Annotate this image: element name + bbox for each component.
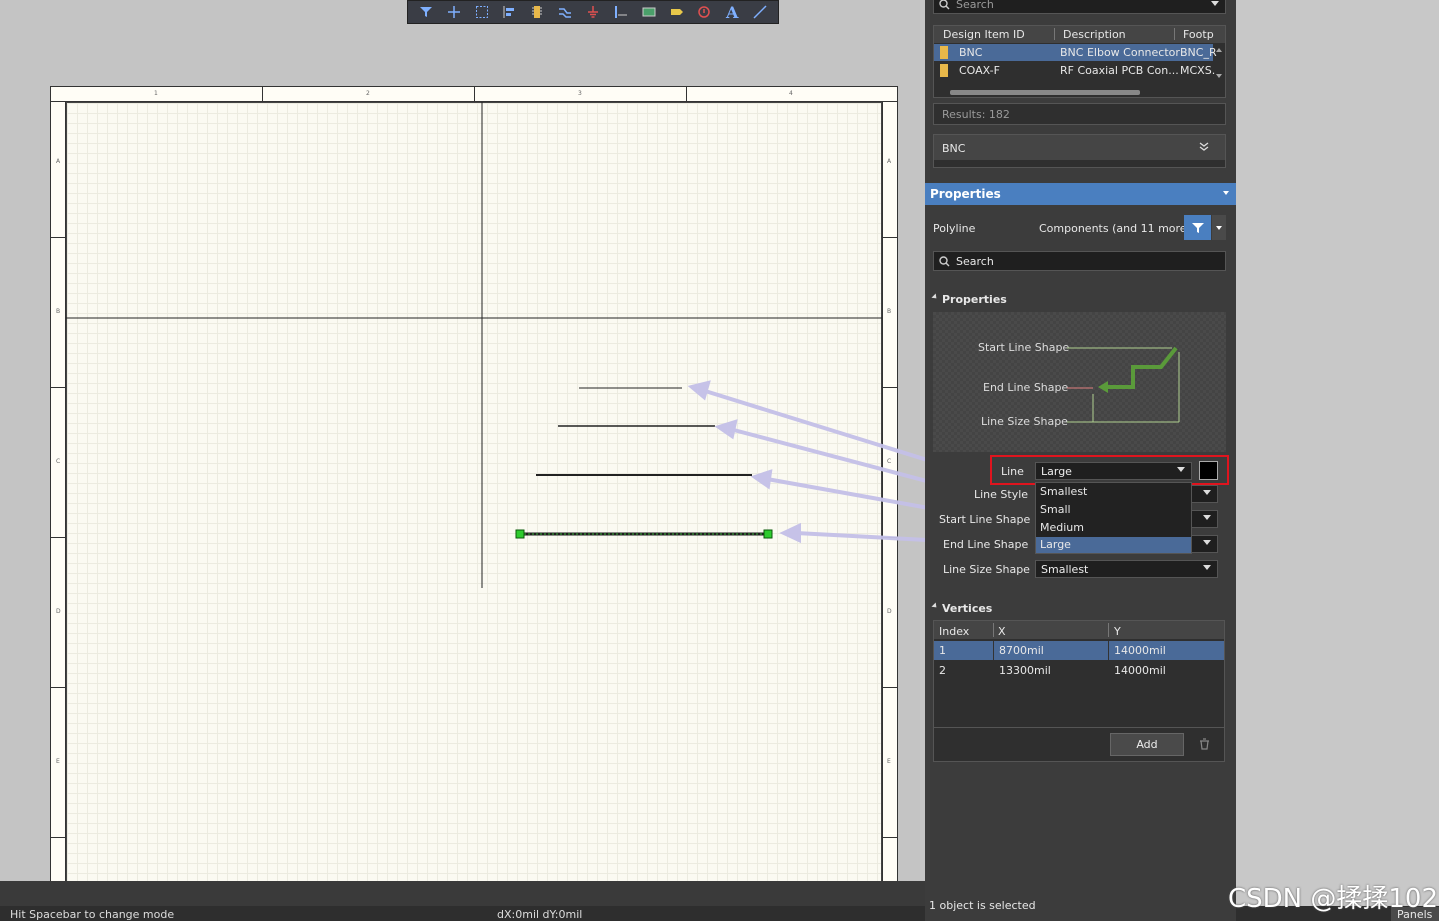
library-search-input[interactable]: Search: [933, 0, 1226, 14]
line-size-shape-label: Line Size Shape: [943, 563, 1030, 576]
results-count: Results: 182: [942, 108, 1010, 121]
line-style-label: Line Style: [974, 488, 1029, 501]
chevron-down-icon[interactable]: [1211, 1, 1219, 6]
component-icon[interactable]: [528, 3, 546, 21]
power-icon[interactable]: [584, 3, 602, 21]
row-footprint: BNC_R: [1180, 46, 1217, 59]
add-vertex-button[interactable]: Add: [1110, 733, 1184, 756]
component-icon: [940, 46, 948, 59]
vertex-row-selected[interactable]: [934, 641, 1224, 660]
preview-diagram: [1067, 346, 1180, 423]
row-id: COAX-F: [959, 64, 1000, 77]
dropdown-option-label: Medium: [1040, 521, 1084, 534]
selection-status: 1 object is selected: [929, 899, 1036, 912]
component-icon: [940, 64, 948, 77]
vertex-y[interactable]: 14000mil: [1114, 644, 1166, 657]
vertex-handle[interactable]: [763, 529, 773, 539]
vertex-index: 2: [939, 664, 946, 677]
watermark: CSDN @揉揉102: [1228, 884, 1439, 914]
dropdown-option[interactable]: Medium: [1036, 519, 1191, 537]
vertical-scrollbar[interactable]: [1213, 44, 1225, 90]
line-width-select[interactable]: Large: [1035, 462, 1192, 480]
bus-icon[interactable]: [612, 3, 630, 21]
column-divider: [1108, 641, 1109, 660]
chevron-down-icon: [1216, 225, 1222, 230]
vertex-row[interactable]: [934, 661, 1224, 680]
dropdown-option-label: Smallest: [1040, 485, 1088, 498]
vertex-handle[interactable]: [515, 529, 525, 539]
text-icon[interactable]: A: [723, 3, 741, 22]
divider: [934, 727, 1224, 728]
chevron-down-icon: [1203, 515, 1211, 520]
object-type: Polyline: [933, 222, 976, 235]
column-description[interactable]: Description: [1063, 28, 1126, 41]
column-divider: [1054, 28, 1055, 40]
directive-icon[interactable]: [695, 3, 713, 21]
selected-component-name: BNC: [942, 142, 966, 155]
line-label: Line: [1001, 465, 1024, 478]
active-bar-toolbar: A: [407, 0, 779, 24]
row-description: BNC Elbow Connector: [1060, 46, 1180, 59]
vertex-index: 1: [939, 644, 946, 657]
column-divider: [993, 641, 994, 660]
filter-icon[interactable]: [417, 3, 435, 21]
align-icon[interactable]: [500, 3, 518, 21]
properties-search-placeholder: Search: [956, 254, 994, 268]
cross-icon[interactable]: [445, 3, 463, 21]
properties-search-input[interactable]: Search: [933, 251, 1226, 271]
dropdown-option-label: Small: [1040, 503, 1071, 516]
section-properties[interactable]: Properties: [942, 293, 1007, 306]
dropdown-option-label: Large: [1040, 538, 1071, 551]
line-size-shape-value: Smallest: [1041, 562, 1089, 576]
vertex-y[interactable]: 14000mil: [1114, 664, 1166, 677]
dropdown-option[interactable]: Small: [1036, 501, 1191, 519]
filter-label[interactable]: Components (and 11 more): [1039, 222, 1191, 235]
column-y[interactable]: Y: [1114, 625, 1121, 638]
status-hint: Hit Spacebar to change mode: [10, 908, 175, 921]
port-icon[interactable]: [668, 3, 686, 21]
double-chevron-down-icon[interactable]: [1199, 142, 1209, 152]
properties-panel-title: Properties: [930, 187, 1001, 201]
vertex-x[interactable]: 8700mil: [999, 644, 1044, 657]
row-description: RF Coaxial PCB Con...: [1060, 64, 1179, 77]
start-line-shape-label: Start Line Shape: [939, 513, 1031, 526]
wire-icon[interactable]: [556, 3, 574, 21]
column-index[interactable]: Index: [939, 625, 969, 638]
dropdown-option[interactable]: Smallest: [1036, 483, 1191, 501]
row-id: BNC: [959, 46, 983, 59]
chevron-down-icon: [1203, 540, 1211, 545]
horizontal-scrollbar[interactable]: [950, 90, 1140, 95]
row-footprint: MCXS.: [1180, 64, 1216, 77]
search-icon: [939, 255, 950, 266]
status-coords: dX:0mil dY:0mil: [497, 908, 583, 921]
chevron-down-icon: [1177, 467, 1185, 472]
select-rect-icon[interactable]: [473, 3, 491, 21]
dropdown-option-selected[interactable]: Large: [1036, 537, 1191, 553]
vertex-x[interactable]: 13300mil: [999, 664, 1051, 677]
selected-component-header[interactable]: [934, 135, 1225, 160]
line-size-shape-select[interactable]: Smallest: [1035, 560, 1218, 578]
library-search-placeholder: Search: [956, 0, 994, 11]
chevron-down-icon: [1203, 565, 1211, 570]
end-line-shape-label: End Line Shape: [943, 538, 1029, 551]
search-icon: [939, 0, 950, 9]
vertices-header: [934, 621, 1224, 639]
panel-menu-icon[interactable]: [1223, 191, 1229, 195]
column-x[interactable]: X: [998, 625, 1006, 638]
line-icon[interactable]: [751, 3, 769, 21]
column-footprint[interactable]: Footp: [1183, 28, 1214, 41]
column-design-item-id[interactable]: Design Item ID: [943, 28, 1025, 41]
filter-dropdown-button[interactable]: [1212, 215, 1226, 240]
column-divider: [993, 623, 994, 637]
filter-icon: [1191, 222, 1204, 233]
chevron-down-icon: [1203, 490, 1211, 495]
column-divider: [1108, 623, 1109, 637]
filter-button[interactable]: [1184, 215, 1211, 240]
sheet-symbol-icon[interactable]: [640, 3, 658, 21]
section-vertices[interactable]: Vertices: [942, 602, 992, 615]
column-divider: [1174, 28, 1175, 40]
line-color-swatch[interactable]: [1199, 461, 1218, 480]
line-width-value: Large: [1041, 464, 1072, 478]
trash-icon[interactable]: [1199, 738, 1210, 750]
